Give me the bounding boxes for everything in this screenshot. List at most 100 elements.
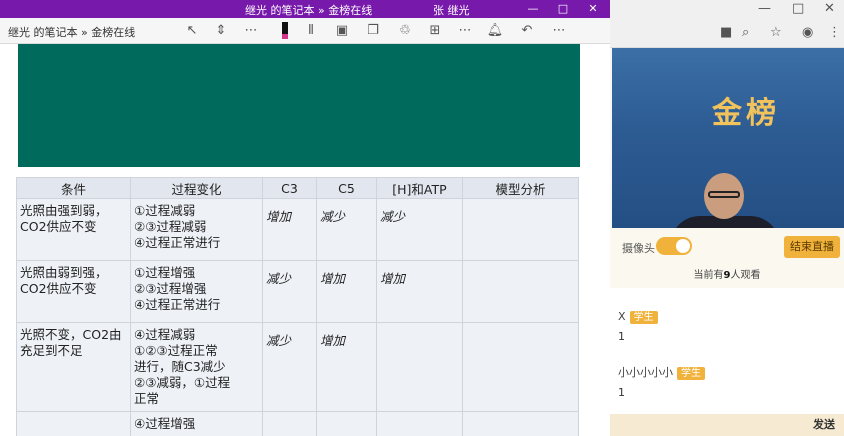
- more-icon-2[interactable]: ⋯: [456, 22, 474, 40]
- camera-label: 摄像头: [622, 242, 655, 255]
- send-button[interactable]: 发送: [804, 414, 844, 436]
- ruler-icon[interactable]: ⊞: [426, 22, 444, 40]
- shape-icon[interactable]: ▣: [333, 22, 351, 40]
- window-title: 继光 的笔记本 » 金榜在线: [245, 4, 373, 17]
- cell-model: [462, 411, 579, 436]
- cell-model: [462, 260, 579, 323]
- chat-message: X 学生 1: [618, 310, 658, 343]
- pen-set-icon[interactable]: ⫴: [302, 22, 320, 40]
- text-cursor-icon[interactable]: ↖: [183, 22, 201, 40]
- comparison-table: 条件 过程变化 C3 C5 [H]和ATP 模型分析 光照由强到弱，CO2供应不…: [16, 177, 579, 436]
- table-row: 光照不变，CO2由充足到不足 ④过程减弱 ①②③过程正常 进行，随C3减少 ②③…: [16, 322, 579, 412]
- cell-condition: 光照不变，CO2由充足到不足: [16, 322, 131, 412]
- maximize-icon[interactable]: □: [792, 1, 804, 16]
- cell-c3-handwritten: 增加: [262, 198, 317, 261]
- video-logo: 金榜: [712, 96, 780, 131]
- cell-h-atp-handwritten: 减少: [376, 198, 463, 261]
- table-header-row: 条件 过程变化 C3 C5 [H]和ATP 模型分析: [16, 177, 579, 199]
- chat-list[interactable]: X 学生 1 小小小小小 学生 1: [610, 288, 844, 414]
- chat-author: 小小小小小: [618, 366, 673, 379]
- toggle-knob: [676, 239, 690, 253]
- viewer-count: 当前有9人观看: [610, 266, 844, 281]
- cell-h-atp-handwritten: [376, 411, 463, 436]
- header-condition: 条件: [16, 177, 131, 199]
- header-c3: C3: [262, 177, 317, 199]
- cell-h-atp-handwritten: [376, 322, 463, 412]
- close-icon[interactable]: ✕: [580, 0, 606, 18]
- copy-icon[interactable]: ❐: [364, 22, 382, 40]
- video-feed[interactable]: 金榜: [612, 48, 844, 228]
- process-line: ②③减弱，①过程: [134, 375, 231, 390]
- header-process: 过程变化: [130, 177, 263, 199]
- header-model: 模型分析: [462, 177, 579, 199]
- table-row: 光照由强到弱，CO2供应不变 ①过程减弱 ②③过程减弱 ④过程正常进行 增加 减…: [16, 198, 579, 261]
- teal-image-block: [18, 44, 580, 167]
- chat-input-bar[interactable]: 发送: [610, 414, 844, 436]
- cell-c5-handwritten: 增加: [316, 260, 377, 323]
- process-line: ①过程减弱: [134, 203, 196, 218]
- onenote-titlebar: 继光 的笔记本 » 金榜在线 张 继光 — □ ✕: [0, 0, 610, 18]
- minimize-icon[interactable]: —: [520, 0, 546, 18]
- chat-message: 小小小小小 学生 1: [618, 364, 705, 399]
- cell-condition: [16, 411, 131, 436]
- cell-c5-handwritten: 增加: [316, 322, 377, 412]
- lasso-icon[interactable]: ♲: [396, 22, 414, 40]
- process-line: ④过程增强: [134, 416, 196, 431]
- process-line: ①②③过程正常: [134, 343, 218, 358]
- breadcrumb[interactable]: 继光 的笔记本 » 金榜在线: [8, 24, 135, 40]
- table-row: ④过程增强: [16, 411, 579, 436]
- menu-icon[interactable]: ⋮: [828, 25, 841, 40]
- viewer-prefix: 当前有: [693, 270, 724, 281]
- chat-author: X: [618, 310, 626, 323]
- process-line: ④过程正常进行: [134, 235, 221, 250]
- bell-icon[interactable]: 🔔︎: [486, 22, 504, 40]
- cell-c5-handwritten: [316, 411, 377, 436]
- cell-c3-handwritten: [262, 411, 317, 436]
- camera-indicator-icon[interactable]: ■: [720, 25, 732, 40]
- undo-icon[interactable]: ↶: [518, 22, 536, 40]
- cell-c5-handwritten: 减少: [316, 198, 377, 261]
- browser-bar: — □ ✕ ■ ⌕ ☆ ◉ ⋮: [610, 0, 844, 48]
- search-icon[interactable]: ⌕: [742, 25, 749, 40]
- chat-text: 1: [618, 330, 625, 343]
- process-line: ②③过程增强: [134, 281, 207, 296]
- cell-process: ①过程减弱 ②③过程减弱 ④过程正常进行: [130, 198, 263, 261]
- role-badge: 学生: [629, 311, 658, 324]
- user-name[interactable]: 张 继光: [433, 2, 470, 18]
- screen: 继光 的笔记本 » 金榜在线 张 继光 — □ ✕ 继光 的笔记本 » 金榜在线…: [0, 0, 844, 436]
- cell-c3-handwritten: 减少: [262, 322, 317, 412]
- cell-process: ①过程增强 ②③过程增强 ④过程正常进行: [130, 260, 263, 323]
- insert-space-icon[interactable]: ⇕: [212, 22, 230, 40]
- cell-condition: 光照由弱到强，CO2供应不变: [16, 260, 131, 323]
- header-c5: C5: [316, 177, 377, 199]
- presenter-glasses: [708, 191, 740, 198]
- camera-toggle[interactable]: [656, 237, 692, 255]
- process-line: ④过程减弱: [134, 327, 196, 342]
- minimize-icon[interactable]: —: [758, 1, 771, 16]
- stream-controls: 摄像头 结束直播 当前有9人观看: [610, 228, 844, 288]
- pen-icon[interactable]: [276, 22, 294, 40]
- cell-h-atp-handwritten: 增加: [376, 260, 463, 323]
- onenote-window: 继光 的笔记本 » 金榜在线 张 继光 — □ ✕ 继光 的笔记本 » 金榜在线…: [0, 0, 610, 436]
- process-line: ①过程增强: [134, 265, 196, 280]
- header-h-atp: [H]和ATP: [376, 177, 463, 199]
- note-page[interactable]: 条件 过程变化 C3 C5 [H]和ATP 模型分析 光照由强到弱，CO2供应不…: [0, 44, 610, 436]
- cell-condition: 光照由强到弱，CO2供应不变: [16, 198, 131, 261]
- cell-process: ④过程减弱 ①②③过程正常 进行，随C3减少 ②③减弱，①过程 正常: [130, 322, 263, 412]
- close-icon[interactable]: ✕: [824, 1, 835, 16]
- table-row: 光照由弱到强，CO2供应不变 ①过程增强 ②③过程增强 ④过程正常进行 减少 增…: [16, 260, 579, 323]
- onenote-toolbar: 继光 的笔记本 » 金榜在线 ↖ ⇕ ⋯ ⫴ ▣ ❐ ♲ ⊞ ⋯ 🔔︎ ↶ ⋯: [0, 18, 610, 44]
- more-icon[interactable]: ⋯: [242, 22, 260, 40]
- process-line: ④过程正常进行: [134, 297, 221, 312]
- end-stream-button[interactable]: 结束直播: [784, 236, 840, 258]
- viewer-suffix: 人观看: [730, 270, 761, 281]
- process-line: 进行，随C3减少: [134, 359, 226, 374]
- star-icon[interactable]: ☆: [770, 25, 782, 40]
- cell-process: ④过程增强: [130, 411, 263, 436]
- more-icon-3[interactable]: ⋯: [550, 22, 568, 40]
- maximize-icon[interactable]: □: [550, 0, 576, 18]
- profile-icon[interactable]: ◉: [802, 25, 813, 40]
- cell-c3-handwritten: 减少: [262, 260, 317, 323]
- live-panel: — □ ✕ ■ ⌕ ☆ ◉ ⋮ 金榜 摄像头 结束直播 当前有9人观看 X学生: [610, 0, 844, 436]
- chat-text: 1: [618, 386, 625, 399]
